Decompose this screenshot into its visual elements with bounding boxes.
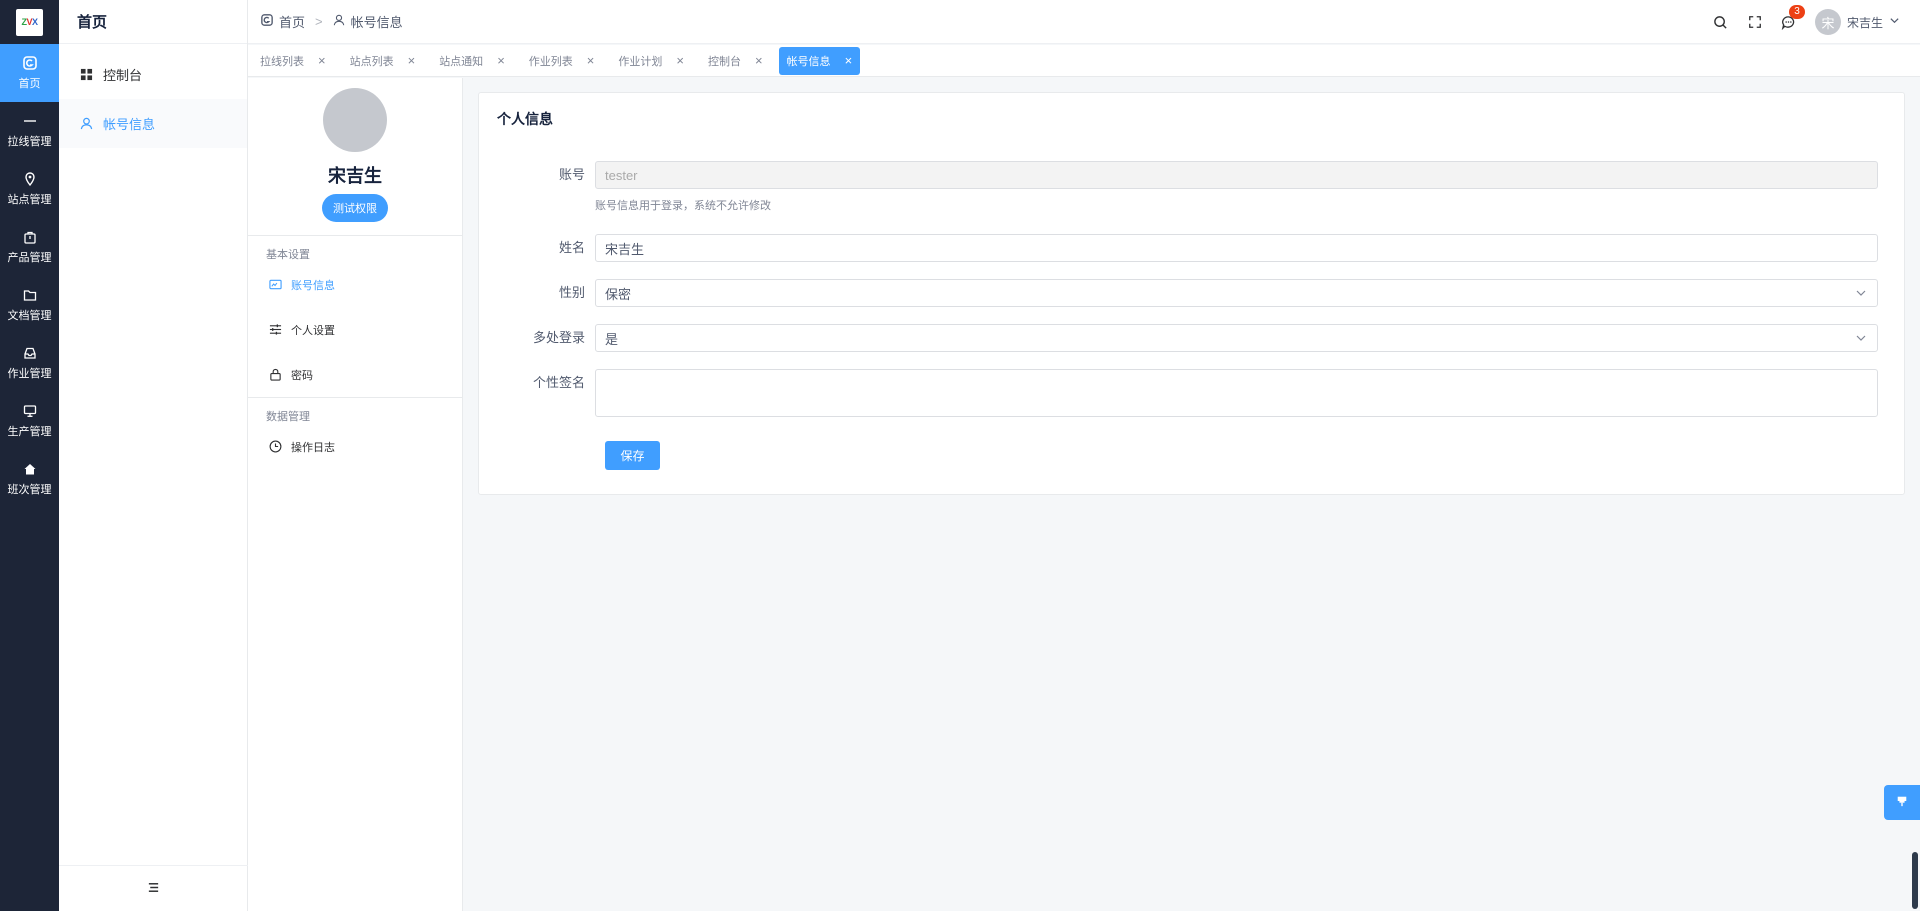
fullscreen-icon[interactable] [1747, 14, 1763, 30]
card-title: 个人信息 [497, 111, 553, 127]
tab-line-list[interactable]: 拉线列表 × [252, 47, 334, 75]
profile-item-settings[interactable]: 个人设置 [248, 307, 462, 352]
header-actions: 3 宋 宋吉生 [1713, 0, 1900, 44]
profile-panel: 宋吉生 测试权限 基本设置 账号信息 个人设置 密码 数据管理 操作日志 [248, 78, 463, 911]
personal-info-card: 个人信息 账号 tester 账号信息用于登录，系统不允许修改 姓名 宋吉生 性… [478, 92, 1905, 495]
menu-icon [147, 881, 160, 897]
close-icon[interactable]: × [755, 53, 763, 68]
grid-icon [79, 68, 93, 82]
gender-select[interactable]: 保密 [595, 279, 1878, 307]
rail-item-docs[interactable]: 文档管理 [0, 276, 59, 334]
form-row-account: 账号 tester 账号信息用于登录，系统不允许修改 [479, 161, 1906, 213]
rail-item-product[interactable]: 产品管理 [0, 218, 59, 276]
breadcrumb-current: 帐号信息 [350, 15, 403, 30]
main-nav-rail: ZVX 首页 拉线管理 站点管理 产品管理 文档管理 作业管理 生产管理 班次管… [0, 0, 59, 911]
gender-value: 保密 [605, 286, 632, 302]
name-label: 姓名 [558, 240, 585, 255]
profile-item-logs[interactable]: 操作日志 [248, 424, 462, 469]
tab-site-list[interactable]: 站点列表 × [342, 47, 424, 75]
tab-job-list[interactable]: 作业列表 × [521, 47, 603, 75]
rail-item-site[interactable]: 站点管理 [0, 160, 59, 218]
rail-item-production[interactable]: 生产管理 [0, 392, 59, 450]
group-title-data: 数据管理 [266, 411, 310, 423]
sidebar-item-console[interactable]: 控制台 [59, 50, 247, 99]
form-row-gender: 性别 保密 [479, 279, 1906, 307]
bag-icon [23, 230, 37, 244]
group-title-basic: 基本设置 [266, 249, 310, 261]
home-dashboard-icon [261, 14, 273, 29]
sub-sidebar: 首页 控制台 帐号信息 [59, 0, 248, 911]
search-icon[interactable] [1713, 14, 1729, 30]
profile-name: 宋吉生 [328, 166, 382, 186]
tab-site-notice[interactable]: 站点通知 × [431, 47, 513, 75]
app-logo[interactable]: ZVX [0, 0, 59, 44]
close-icon[interactable]: × [497, 53, 505, 68]
rail-item-shifts[interactable]: 班次管理 [0, 450, 59, 508]
lock-icon [268, 368, 282, 382]
user-menu[interactable]: 宋 宋吉生 [1814, 9, 1900, 35]
gender-label: 性别 [558, 285, 585, 300]
close-icon[interactable]: × [676, 53, 684, 68]
line-icon [23, 114, 37, 128]
chevron-down-icon [1889, 15, 1900, 29]
rail-item-jobs[interactable]: 作业管理 [0, 334, 59, 392]
clock-icon [268, 440, 282, 454]
user-icon [333, 14, 345, 29]
multi-login-label: 多处登录 [532, 330, 585, 345]
profile-item-account[interactable]: 账号信息 [248, 262, 462, 307]
account-hint: 账号信息用于登录，系统不允许修改 [595, 200, 771, 212]
id-card-icon [268, 278, 282, 292]
multi-login-select[interactable]: 是 [595, 324, 1878, 352]
close-icon[interactable]: × [587, 53, 595, 68]
tab-account-info[interactable]: 帐号信息 × [778, 46, 861, 75]
breadcrumb-home[interactable]: 首页 [279, 12, 305, 31]
avatar [323, 88, 387, 152]
chevron-down-icon [1856, 290, 1866, 296]
user-name: 宋吉生 [1846, 15, 1883, 30]
tabs-bar: 拉线列表 × 站点列表 × 站点通知 × 作业列表 × 作业计划 × 控制台 × 帐号信息 × [248, 45, 1920, 77]
avatar: 宋 [1814, 9, 1841, 35]
rail-item-home[interactable]: 首页 [0, 44, 59, 102]
profile-summary: 宋吉生 测试权限 [248, 78, 462, 236]
breadcrumb: 首页 > 帐号信息 [261, 12, 403, 31]
location-pin-icon [23, 171, 37, 186]
form-row-multi-login: 多处登录 是 [479, 324, 1906, 352]
save-button[interactable]: 保存 [605, 441, 660, 470]
house-icon [23, 462, 37, 476]
tab-console[interactable]: 控制台 × [700, 47, 771, 75]
signature-textarea[interactable] [595, 369, 1878, 417]
name-field[interactable]: 宋吉生 [595, 234, 1878, 262]
tab-job-plan[interactable]: 作业计划 × [610, 47, 692, 75]
folder-icon [23, 288, 37, 302]
collapse-toggle[interactable] [59, 865, 248, 911]
message-badge: 3 [1788, 5, 1805, 19]
close-icon[interactable]: × [408, 53, 416, 68]
close-icon[interactable]: × [318, 53, 326, 68]
rail-item-line[interactable]: 拉线管理 [0, 102, 59, 160]
form-row-name: 姓名 宋吉生 [479, 234, 1906, 262]
home-dashboard-icon [22, 55, 37, 70]
message-icon[interactable]: 3 [1781, 5, 1805, 30]
account-label: 账号 [558, 167, 585, 182]
logo-mark: ZVX [16, 8, 43, 36]
sliders-icon [268, 323, 282, 337]
scrollbar[interactable] [1912, 852, 1918, 909]
form-row-signature: 个性签名 [479, 369, 1906, 417]
user-icon [79, 117, 93, 131]
account-field: tester [595, 161, 1878, 189]
inbox-icon [23, 346, 37, 360]
monitor-icon [23, 404, 37, 418]
top-header: 首页 > 帐号信息 3 宋 宋吉生 [248, 0, 1920, 44]
signature-label: 个性签名 [532, 375, 585, 390]
sidebar-title: 首页 [59, 0, 247, 44]
profile-item-password[interactable]: 密码 [248, 352, 462, 397]
multi-login-value: 是 [605, 331, 619, 347]
close-icon[interactable]: × [845, 53, 853, 68]
role-badge: 测试权限 [322, 194, 388, 222]
chevron-down-icon [1856, 335, 1866, 341]
chevron-right-icon: > [315, 14, 323, 29]
floating-action-button[interactable] [1884, 785, 1920, 820]
sidebar-item-account[interactable]: 帐号信息 [59, 99, 247, 148]
pin-icon [1896, 795, 1908, 810]
